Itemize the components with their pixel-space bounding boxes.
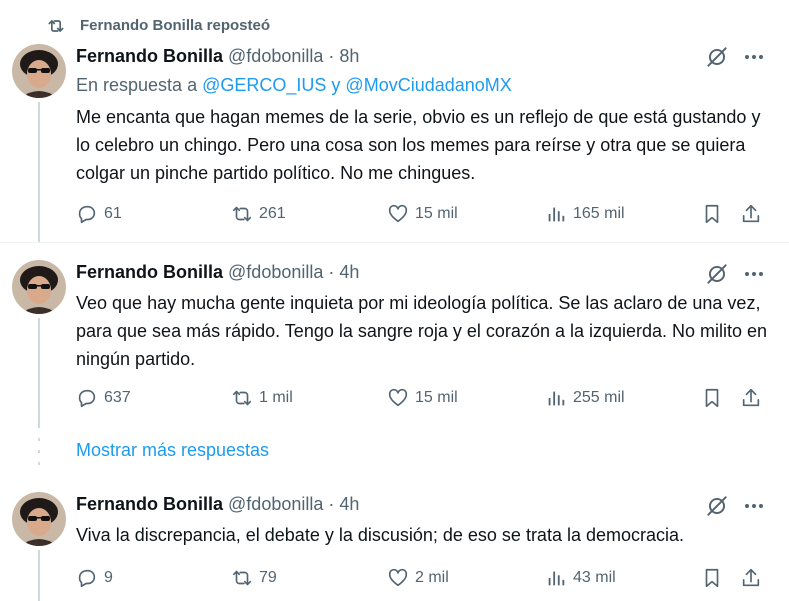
- like-button[interactable]: 2 mil: [387, 564, 449, 592]
- repost-button[interactable]: 261: [231, 200, 286, 228]
- thread-dots: [38, 438, 40, 465]
- avatar[interactable]: [12, 260, 66, 314]
- tweet-actions: 9 79 2 mil 43 mil: [76, 564, 776, 592]
- author-handle[interactable]: @fdobonilla: [228, 262, 323, 282]
- tweet-text: Viva la discrepancia, el debate y la dis…: [76, 525, 685, 545]
- views-count: 255 mil: [573, 389, 625, 406]
- like-count: 15 mil: [415, 205, 458, 222]
- repost-icon: [232, 390, 252, 406]
- share-icon: [742, 568, 760, 587]
- tweet[interactable]: Fernando Bonilla @fdobonilla · 8h En res…: [0, 44, 789, 242]
- bookmark-icon: [705, 388, 719, 408]
- separator: ·: [328, 46, 335, 66]
- views-icon: [548, 391, 565, 406]
- separator: ·: [328, 494, 335, 514]
- repost-banner: Fernando Bonilla reposteó: [0, 0, 789, 44]
- reply-icon: [78, 205, 96, 224]
- tweet-text: Me encanta que hagan memes de la serie, …: [76, 107, 761, 183]
- tweet[interactable]: Fernando Bonilla @fdobonilla · 4h Viva l…: [0, 476, 789, 601]
- tweet-header: Fernando Bonilla @fdobonilla · 4h: [76, 494, 359, 515]
- separator: ·: [328, 262, 335, 282]
- reply-to-prefix: En respuesta a: [76, 75, 198, 95]
- tweet-text: Veo que hay mucha gente inquieta por mi …: [76, 293, 768, 369]
- views-count: 165 mil: [573, 205, 625, 222]
- views-icon: [548, 571, 565, 586]
- reply-count: 61: [104, 205, 122, 222]
- bookmark-button[interactable]: [701, 384, 723, 412]
- grok-icon[interactable]: [704, 493, 730, 519]
- bookmark-button[interactable]: [701, 564, 723, 592]
- repost-count: 261: [259, 205, 286, 222]
- tweet-actions: 637 1 mil 15 mil 255 mil: [76, 384, 776, 412]
- reply-to-joiner: y: [331, 75, 341, 95]
- share-button[interactable]: [740, 564, 762, 592]
- bookmark-icon: [705, 204, 719, 224]
- share-icon: [742, 204, 760, 223]
- share-icon: [742, 388, 760, 407]
- repost-count: 1 mil: [259, 389, 293, 406]
- timestamp[interactable]: 4h: [339, 262, 359, 282]
- reply-icon: [78, 569, 96, 588]
- share-button[interactable]: [740, 384, 762, 412]
- reply-count: 637: [104, 389, 131, 406]
- views-button[interactable]: 165 mil: [545, 200, 625, 228]
- repost-icon: [232, 206, 252, 222]
- grok-icon[interactable]: [704, 44, 730, 70]
- author-handle[interactable]: @fdobonilla: [228, 46, 323, 66]
- like-count: 2 mil: [415, 569, 449, 586]
- reply-button[interactable]: 9: [76, 564, 113, 592]
- repost-icon: [46, 16, 66, 36]
- author-handle[interactable]: @fdobonilla: [228, 494, 323, 514]
- more-icon[interactable]: [742, 262, 766, 286]
- author-name[interactable]: Fernando Bonilla: [76, 262, 223, 282]
- divider: [0, 242, 789, 243]
- views-count: 43 mil: [573, 569, 616, 586]
- more-icon[interactable]: [742, 45, 766, 69]
- author-name[interactable]: Fernando Bonilla: [76, 494, 223, 514]
- repost-count: 79: [259, 569, 277, 586]
- reply-to-user-link[interactable]: @GERCO_IUS: [202, 75, 326, 95]
- reply-button[interactable]: 61: [76, 200, 122, 228]
- author-name[interactable]: Fernando Bonilla: [76, 46, 223, 66]
- grok-icon[interactable]: [704, 261, 730, 287]
- like-button[interactable]: 15 mil: [387, 200, 458, 228]
- bookmark-icon: [705, 568, 719, 588]
- show-more-replies-link[interactable]: Mostrar más respuestas: [76, 440, 269, 461]
- more-icon[interactable]: [742, 494, 766, 518]
- avatar[interactable]: [12, 44, 66, 98]
- reply-button[interactable]: 637: [76, 384, 131, 412]
- repost-icon: [232, 570, 252, 586]
- timestamp[interactable]: 4h: [339, 494, 359, 514]
- like-button[interactable]: 15 mil: [387, 384, 458, 412]
- reply-count: 9: [104, 569, 113, 586]
- tweet-header: Fernando Bonilla @fdobonilla · 4h: [76, 262, 359, 283]
- tweet[interactable]: Fernando Bonilla @fdobonilla · 4h Veo qu…: [0, 244, 789, 428]
- share-button[interactable]: [740, 200, 762, 228]
- like-icon: [388, 204, 408, 223]
- repost-button[interactable]: 79: [231, 564, 277, 592]
- views-button[interactable]: 43 mil: [545, 564, 616, 592]
- timestamp[interactable]: 8h: [339, 46, 359, 66]
- like-count: 15 mil: [415, 389, 458, 406]
- thread-line: [38, 102, 40, 242]
- reply-to: En respuesta a @GERCO_IUS y @MovCiudadan…: [76, 75, 512, 96]
- reply-to-user-link[interactable]: @MovCiudadanoMX: [345, 75, 511, 95]
- thread-line: [38, 550, 40, 601]
- reply-icon: [78, 389, 96, 408]
- tweet-actions: 61 261 15 mil 165 mil: [76, 200, 776, 228]
- like-icon: [388, 388, 408, 407]
- repost-button[interactable]: 1 mil: [231, 384, 293, 412]
- repost-banner-text[interactable]: Fernando Bonilla reposteó: [80, 17, 270, 34]
- bookmark-button[interactable]: [701, 200, 723, 228]
- views-button[interactable]: 255 mil: [545, 384, 625, 412]
- tweet-header: Fernando Bonilla @fdobonilla · 8h: [76, 46, 359, 67]
- like-icon: [388, 568, 408, 587]
- avatar[interactable]: [12, 492, 66, 546]
- views-icon: [548, 207, 565, 222]
- thread-line: [38, 318, 40, 428]
